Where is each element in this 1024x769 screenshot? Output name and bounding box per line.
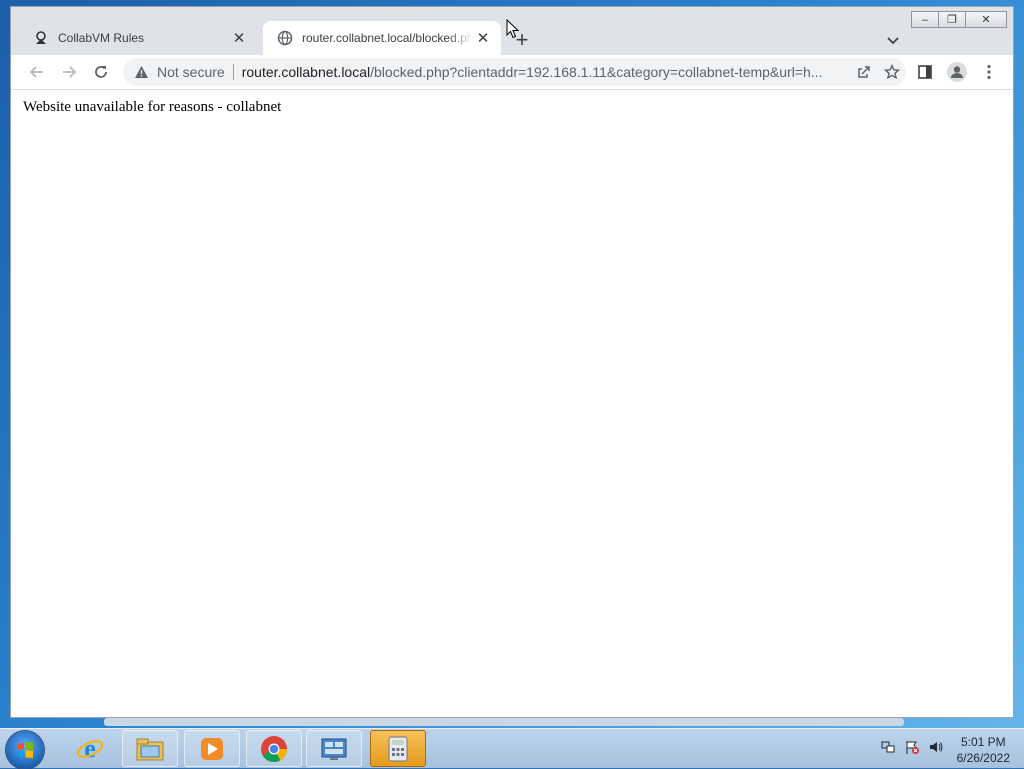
- system-clock[interactable]: 5:01 PM 6/26/2022: [957, 734, 1010, 766]
- profile-avatar-icon[interactable]: [943, 58, 971, 86]
- network-icon[interactable]: [880, 739, 896, 755]
- address-bar[interactable]: Not secure router.collabnet.local/blocke…: [123, 58, 906, 86]
- volume-icon[interactable]: [928, 739, 944, 755]
- tab-search-chevron-icon[interactable]: [883, 31, 903, 51]
- clock-date: 6/26/2022: [956, 751, 1010, 765]
- chrome-taskbar-icon[interactable]: [246, 730, 302, 767]
- system-tray: [880, 739, 944, 755]
- control-panel-taskbar-icon[interactable]: [306, 730, 362, 767]
- browser-toolbar: Not secure router.collabnet.local/blocke…: [11, 55, 1013, 90]
- svg-text:e: e: [84, 735, 96, 763]
- url-domain: router.collabnet.local: [241, 64, 371, 80]
- page-viewport: Website unavailable for reasons - collab…: [11, 90, 1013, 717]
- back-arrow-icon[interactable]: [23, 58, 51, 86]
- forward-arrow-icon[interactable]: [55, 58, 83, 86]
- tab-title: CollabVM Rules: [58, 31, 145, 45]
- clock-time: 5:01 PM: [960, 735, 1006, 749]
- mouse-cursor-icon: [506, 19, 520, 39]
- share-icon[interactable]: [850, 58, 878, 86]
- url-path: /blocked.php?clientaddr=192.168.1.11&cat…: [370, 64, 823, 80]
- desktop-scrollbar[interactable]: [104, 718, 904, 726]
- tab-collabvm-rules[interactable]: CollabVM Rules ✕: [19, 21, 257, 55]
- address-divider: [232, 64, 234, 80]
- file-explorer-taskbar-icon[interactable]: [122, 730, 178, 767]
- url-text[interactable]: router.collabnet.local/blocked.php?clien…: [242, 64, 850, 80]
- tab-title: router.collabnet.local/blocked.php?clien…: [302, 31, 473, 45]
- chrome-window: – ❐ ✕ CollabVM Rules ✕ router.collabnet.…: [10, 6, 1014, 718]
- close-tab-icon[interactable]: ✕: [229, 28, 249, 48]
- collabvm-icon: [33, 30, 49, 46]
- globe-icon: [277, 30, 293, 46]
- side-panel-icon[interactable]: [911, 58, 939, 86]
- taskbar: e 5:01 PM 6/26/2022: [0, 728, 1024, 769]
- blocked-message: Website unavailable for reasons - collab…: [23, 99, 282, 115]
- action-center-flag-icon[interactable]: [904, 739, 920, 755]
- close-tab-icon[interactable]: ✕: [473, 28, 493, 48]
- internet-explorer-taskbar-icon[interactable]: e: [62, 730, 118, 767]
- tab-blocked-page[interactable]: router.collabnet.local/blocked.php?clien…: [263, 21, 501, 55]
- bookmark-star-icon[interactable]: [878, 58, 906, 86]
- not-secure-label[interactable]: Not secure: [157, 64, 225, 80]
- windows-logo-icon: [17, 741, 33, 759]
- start-button[interactable]: [6, 731, 44, 769]
- media-player-taskbar-icon[interactable]: [184, 730, 240, 767]
- warning-triangle-icon[interactable]: [133, 64, 149, 80]
- calculator-taskbar-icon[interactable]: [370, 730, 426, 767]
- more-menu-icon[interactable]: [975, 58, 1003, 86]
- reload-icon[interactable]: [87, 58, 115, 86]
